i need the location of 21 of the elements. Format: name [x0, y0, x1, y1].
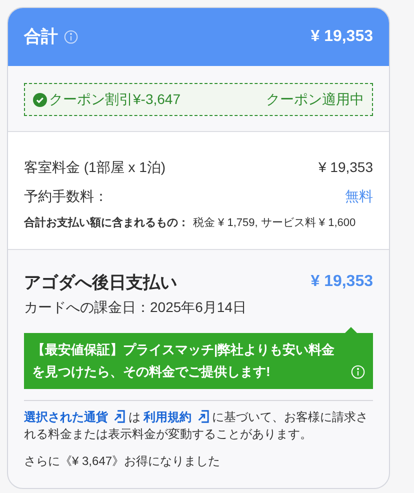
- savings-note: さらに《¥ 3,647》お得になりました: [24, 453, 222, 470]
- currency-link[interactable]: 選択された通貨: [24, 410, 125, 424]
- external-link-icon: [196, 410, 209, 423]
- info-icon[interactable]: [64, 30, 78, 44]
- payment-amount: ¥ 19,353: [310, 272, 373, 292]
- included-label: 合計お支払い額に含まれるもの：: [24, 216, 189, 231]
- coupon-status: クーポン適用中: [266, 90, 364, 109]
- payment-title: アゴダへ後日支払い: [24, 272, 177, 294]
- total-price: ¥ 19,353: [310, 27, 373, 47]
- fee-value: 無料: [345, 187, 373, 206]
- coupon-discount: クーポン割引¥-3,647: [49, 90, 180, 109]
- included-value: 税金 ¥ 1,759, サービス料 ¥ 1,600: [193, 216, 356, 231]
- terms-note: 選択された通貨 は 利用規約 に基づいて、お客様に請求される料金または表示料金が変動することがあります。: [24, 409, 370, 443]
- total-title: 合計: [24, 26, 58, 48]
- fee-value: ¥ 19,353: [318, 158, 373, 177]
- external-link-icon: [112, 410, 125, 423]
- charge-date: カードへの課金日：2025年6月14日: [24, 298, 248, 317]
- fee-label: 予約手数料：: [24, 187, 108, 206]
- terms-link[interactable]: 利用規約: [144, 410, 209, 424]
- fee-label: 客室料金 (1部屋 x 1泊): [24, 158, 166, 177]
- price-match-text: 【最安値保証】プライスマッチ|弊社よりも安い料金を見つけたら、その料金でご提供します!: [32, 341, 336, 381]
